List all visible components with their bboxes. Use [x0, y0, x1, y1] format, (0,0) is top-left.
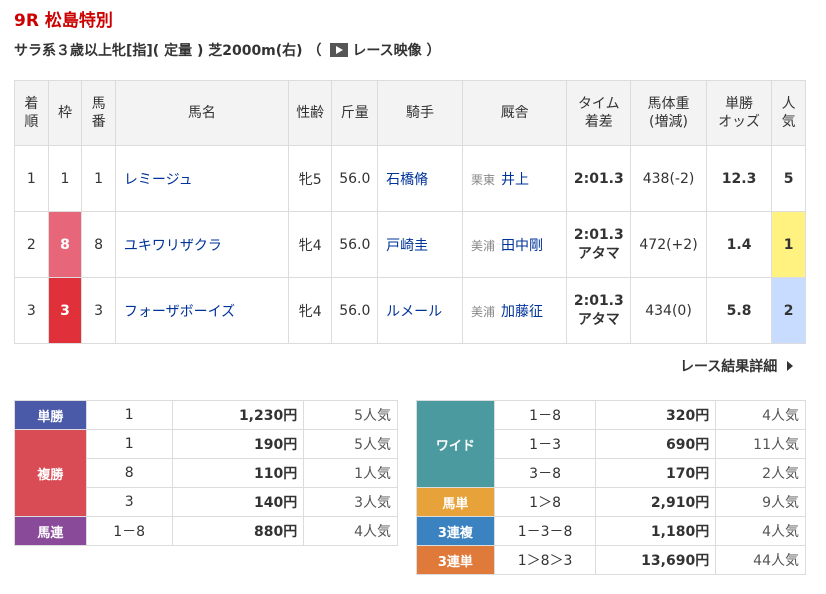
cell-bodyweight: 434(0)	[630, 277, 707, 344]
cell-time: 2:01.3	[566, 145, 632, 212]
cell-rank: 1	[14, 145, 49, 212]
header-weight: 斤量	[331, 80, 379, 146]
cell-popularity: 1	[771, 211, 806, 278]
cell-weight: 56.0	[331, 145, 379, 212]
payout-row: 複勝 1 190円 5人気	[14, 429, 398, 517]
horse-name-link[interactable]: フォーザボーイズ	[124, 304, 235, 320]
label-fukusho: 複勝	[14, 429, 87, 517]
cell-weight: 56.0	[331, 211, 379, 278]
cell-num: 8	[81, 211, 116, 278]
label-sanrentan: 3連単	[416, 545, 495, 575]
cell-rank: 3	[14, 277, 49, 344]
trainer-link[interactable]: 田中剛	[501, 238, 543, 254]
cell-time: 2:01.3 アタマ	[566, 211, 632, 278]
header-bodyweight: 馬体重 (増減)	[630, 80, 707, 146]
race-detail-link[interactable]: レース結果詳細	[680, 356, 794, 376]
cell-frame: 1	[47, 145, 83, 212]
cell-num: 3	[81, 277, 116, 344]
trainer-link[interactable]: 井上	[501, 172, 529, 188]
cell-sexage: 牝4	[287, 277, 333, 344]
stable-region: 美浦	[470, 238, 495, 253]
header-num: 馬番	[81, 80, 116, 146]
header-frame: 枠	[47, 80, 83, 146]
trainer-link[interactable]: 加藤征	[501, 304, 543, 320]
label-tansho: 単勝	[14, 400, 87, 430]
race-video-link[interactable]: レース映像	[352, 43, 421, 59]
chevron-right-icon	[787, 361, 794, 371]
label-wide: ワイド	[416, 400, 495, 488]
label-sanrenpuku: 3連複	[416, 516, 495, 546]
header-jockey: 騎手	[377, 80, 463, 146]
cell-sexage: 牝4	[287, 211, 333, 278]
payout-row: 馬連 1－8 880円 4人気	[14, 516, 398, 546]
jockey-link[interactable]: 戸崎圭	[386, 238, 428, 254]
cell-bodyweight: 438(-2)	[630, 145, 707, 212]
cell-rank: 2	[14, 211, 49, 278]
results-table: 着順 枠 馬番 馬名 性齢 斤量 騎手 厩舎 タイム 着差 馬体重 (増減) 単勝オ…	[14, 80, 806, 344]
cell-time: 2:01.3 アタマ	[566, 277, 632, 344]
jockey-link[interactable]: ルメール	[386, 304, 442, 320]
header-odds: 単勝 オッズ	[705, 80, 773, 146]
table-row: 2 8 8 ユキワリザクラ 牝4 56.0 戸崎圭 美浦 田中剛 2:01.3 アタ…	[14, 211, 806, 278]
cell-weight: 56.0	[331, 277, 379, 344]
header-stable: 厩舎	[461, 80, 568, 146]
header-time: タイム 着差	[566, 80, 632, 146]
cell-sexage: 牝5	[287, 145, 333, 212]
payout-row: 3連単 1＞8＞3 13,690円 44人気	[416, 545, 806, 575]
table-row: 3 3 3 フォーザボーイズ 牝4 56.0 ルメール 美浦 加藤征 2:01.3…	[14, 277, 806, 344]
conditions-text: サラ系３歳以上牝[指]( 定量 ) 芝2000m(右) （	[14, 43, 322, 59]
payout-row: 単勝 1 1,230円 5人気	[14, 400, 398, 430]
payout-row: ワイド 1－8 320円 4人気	[416, 400, 806, 488]
horse-name-link[interactable]: レミージュ	[124, 172, 193, 188]
race-title: 9R 松島特別	[14, 11, 113, 31]
header-sexage: 性齢	[287, 80, 333, 146]
header-rank: 着順	[14, 80, 49, 146]
cell-frame: 3	[47, 277, 83, 344]
header-name: 馬名	[114, 80, 289, 146]
jockey-link[interactable]: 石橋脩	[386, 172, 428, 188]
table-row: 1 1 1 レミージュ 牝5 56.0 石橋脩 栗東 井上 2:01.3 438(…	[14, 145, 806, 212]
stable-region: 美浦	[470, 304, 495, 319]
cell-popularity: 5	[771, 145, 806, 212]
conditions-close: ）	[426, 43, 441, 59]
results-header-row: 着順 枠 馬番 馬名 性齢 斤量 騎手 厩舎 タイム 着差 馬体重 (増減) 単勝オ…	[14, 80, 806, 146]
payout-table-left: 単勝 1 1,230円 5人気 複勝 1 190円 5人気 8 110円 1人気…	[14, 400, 398, 546]
payout-table-right: ワイド 1－8 320円 4人気 1－3 690円 11人気 3－8 170円 …	[416, 400, 806, 575]
cell-popularity: 2	[771, 277, 806, 344]
cell-odds: 12.3	[705, 145, 773, 212]
payout-row: 馬単 1＞8 2,910円 9人気	[416, 487, 806, 517]
race-conditions: サラ系３歳以上牝[指]( 定量 ) 芝2000m(右) （ レース映像 ）	[14, 40, 441, 60]
stable-region: 栗東	[470, 172, 495, 187]
header-popularity: 人気	[771, 80, 806, 146]
cell-odds: 5.8	[705, 277, 773, 344]
label-umatan: 馬単	[416, 487, 495, 517]
cell-bodyweight: 472(+2)	[630, 211, 707, 278]
label-umaren: 馬連	[14, 516, 87, 546]
horse-name-link[interactable]: ユキワリザクラ	[124, 238, 222, 254]
payout-row: 3連複 1－3－8 1,180円 4人気	[416, 516, 806, 546]
cell-odds: 1.4	[705, 211, 773, 278]
cell-frame: 8	[47, 211, 83, 278]
video-icon[interactable]	[330, 43, 349, 57]
cell-num: 1	[81, 145, 116, 212]
